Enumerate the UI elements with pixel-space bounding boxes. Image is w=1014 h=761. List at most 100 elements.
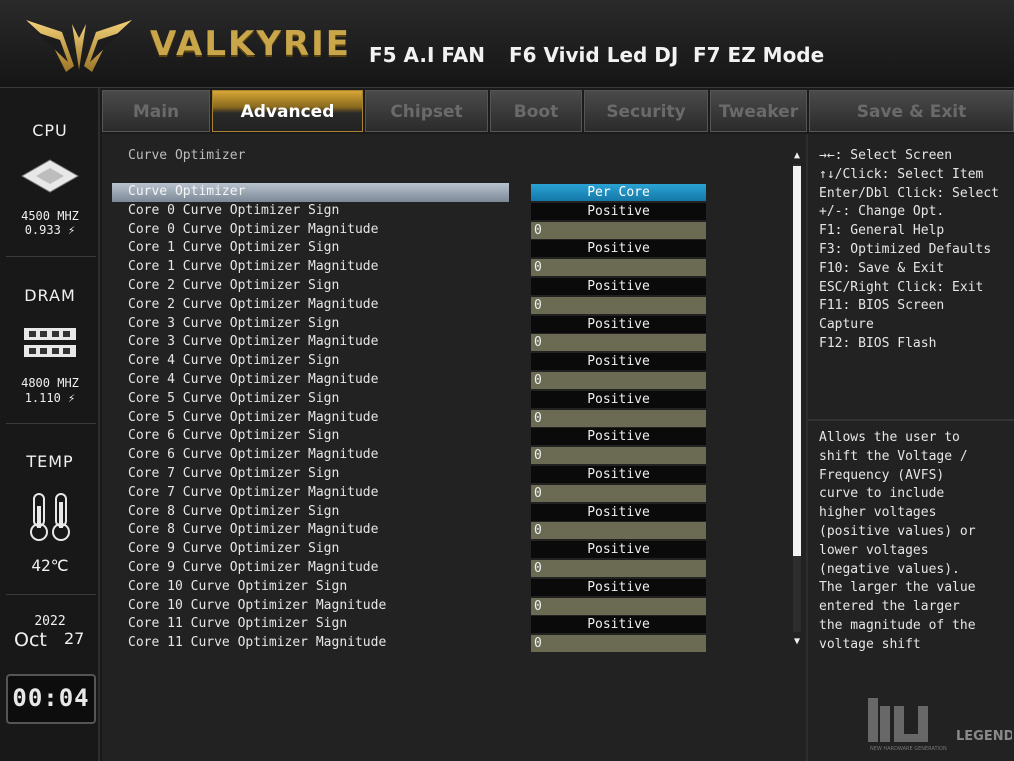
setting-row[interactable]: Core 8 Curve Optimizer Magnitude 0 [112,521,792,540]
setting-row[interactable]: Core 10 Curve Optimizer Sign Positive [112,578,792,597]
magnitude-input[interactable]: 0 [531,372,706,389]
key-help-line: +/-: Change Opt. [819,204,945,220]
sign-select[interactable]: Positive [531,578,706,596]
dram-title: DRAM [24,286,76,305]
help-description-line: Allows the user to [819,430,960,445]
magnitude-input[interactable]: 0 [531,597,706,615]
hotkey-ai-fan[interactable]: F5 A.I FAN [369,43,485,67]
tab-boot[interactable]: Boot [490,90,582,132]
date-year: 2022 [34,614,66,629]
tab-security[interactable]: Security [584,90,708,132]
setting-row[interactable]: Core 8 Curve Optimizer Sign Positive [112,503,792,522]
sign-select[interactable]: Positive [531,466,706,483]
magnitude-input[interactable]: 0 [531,259,706,277]
watermark-tagline: NEW HARDWARE GENERATION [870,746,947,752]
sign-select[interactable]: Positive [531,616,706,634]
scroll-thumb[interactable] [793,166,801,556]
magnitude-input[interactable]: 0 [531,635,706,653]
setting-row[interactable]: Core 11 Curve Optimizer Sign Positive [112,615,792,634]
setting-label: Core 7 Curve Optimizer Magnitude [128,484,379,500]
setting-label: Core 5 Curve Optimizer Sign [128,390,340,406]
divider [808,419,1014,421]
setting-row[interactable]: Core 2 Curve Optimizer Magnitude 0 [112,296,792,315]
help-description-line: entered the larger [819,599,960,615]
setting-row[interactable]: Core 3 Curve Optimizer Magnitude 0 [112,333,792,352]
tab-tweaker[interactable]: Tweaker [710,90,807,132]
header: VALKYRIE F5 A.I FAN F6 Vivid Led DJ F7 E… [0,0,1014,88]
setting-row[interactable]: Core 5 Curve Optimizer Sign Positive [112,390,792,409]
setting-label: Core 8 Curve Optimizer Magnitude [128,522,379,538]
sign-select[interactable]: Positive [531,278,706,295]
dram-frequency: 4800 MHZ [21,376,79,390]
magnitude-input[interactable]: 0 [531,484,706,502]
setting-row[interactable]: Core 5 Curve Optimizer Magnitude 0 [112,409,792,428]
hotkey-vivid-led-dj[interactable]: F6 Vivid Led DJ [509,43,678,67]
sign-select[interactable]: Positive [531,240,706,258]
sign-select[interactable]: Positive [531,390,706,408]
sign-select[interactable]: Positive [531,503,706,521]
sign-select[interactable]: Positive [531,428,706,446]
setting-row[interactable]: Core 0 Curve Optimizer Magnitude 0 [112,221,792,240]
tab-advanced[interactable]: Advanced [212,90,363,132]
key-help-line: Capture [819,317,874,333]
setting-row[interactable]: Core 1 Curve Optimizer Magnitude 0 [112,258,792,277]
cpu-chip-icon [20,159,80,193]
sign-select[interactable]: Positive [531,315,706,333]
setting-label: Core 2 Curve Optimizer Magnitude [128,296,379,312]
key-help-line: F1: General Help [819,223,945,239]
tab-save-exit[interactable]: Save & Exit [809,90,1014,132]
divider [6,256,96,257]
help-description-line: shift the Voltage / [819,448,968,464]
setting-row[interactable]: Core 9 Curve Optimizer Magnitude 0 [112,559,792,578]
magnitude-input[interactable]: 0 [531,221,706,239]
setting-row[interactable]: Core 3 Curve Optimizer Sign Positive [112,315,792,334]
sign-select[interactable]: Positive [531,202,706,220]
scrollbar[interactable]: ▲ ▼ [791,150,803,647]
settings-panel: Curve Optimizer Curve Optimizer Per Core C… [102,134,806,761]
key-help-line: ↑↓/Click: Select Item [819,166,984,182]
sign-select[interactable]: Positive [531,541,706,559]
sign-select[interactable]: Positive [531,353,706,371]
setting-label: Core 11 Curve Optimizer Magnitude [128,635,387,651]
magnitude-input[interactable]: 0 [531,560,706,577]
setting-row[interactable]: Core 10 Curve Optimizer Magnitude 0 [112,597,792,616]
setting-label: Core 0 Curve Optimizer Sign [128,202,340,218]
temperature-value: 42℃ [31,556,69,575]
hotkey-ez-mode[interactable]: F7 EZ Mode [693,43,824,67]
magnitude-input[interactable]: 0 [531,334,706,352]
key-help-line: F11: BIOS Screen [819,298,945,314]
setting-row[interactable]: Core 6 Curve Optimizer Magnitude 0 [112,446,792,465]
setting-row[interactable]: Core 11 Curve Optimizer Magnitude 0 [112,634,792,653]
setting-row[interactable]: Core 0 Curve Optimizer Sign Positive [112,202,792,221]
setting-row[interactable]: Core 7 Curve Optimizer Sign Positive [112,465,792,484]
brand-logo-text: VALKYRIE [150,24,352,64]
setting-label: Core 1 Curve Optimizer Sign [128,240,340,256]
magnitude-input[interactable]: 0 [531,522,706,540]
help-description-line: higher voltages [819,505,937,521]
magnitude-input[interactable]: 0 [531,447,706,465]
setting-row[interactable]: Curve Optimizer Per Core [112,183,792,202]
setting-label: Core 0 Curve Optimizer Magnitude [128,221,379,237]
curve-optimizer-select[interactable]: Per Core [531,184,706,201]
magnitude-input[interactable]: 0 [531,296,706,314]
setting-row[interactable]: Core 7 Curve Optimizer Magnitude 0 [112,484,792,503]
key-help-line: F12: BIOS Flash [819,336,937,351]
help-description-line: the magnitude of the [819,618,976,633]
temp-title: TEMP [26,452,74,471]
help-description-line: The larger the value [819,580,976,596]
cpu-voltage: 0.933 ⚡ [24,223,76,237]
setting-row[interactable]: Core 4 Curve Optimizer Magnitude 0 [112,371,792,390]
tab-chipset[interactable]: Chipset [365,90,488,132]
scroll-down-arrow-icon[interactable]: ▼ [792,636,802,647]
setting-label: Core 2 Curve Optimizer Sign [128,278,340,293]
scroll-up-arrow-icon[interactable]: ▲ [792,150,802,161]
divider [6,594,96,595]
memory-module-icon [24,328,76,357]
magnitude-input[interactable]: 0 [531,409,706,427]
setting-row[interactable]: Core 1 Curve Optimizer Sign Positive [112,239,792,258]
setting-row[interactable]: Core 9 Curve Optimizer Sign Positive [112,540,792,559]
setting-row[interactable]: Core 2 Curve Optimizer Sign Positive [112,277,792,296]
setting-row[interactable]: Core 6 Curve Optimizer Sign Positive [112,427,792,446]
setting-row[interactable]: Core 4 Curve Optimizer Sign Positive [112,352,792,371]
tab-main[interactable]: Main [102,90,210,132]
